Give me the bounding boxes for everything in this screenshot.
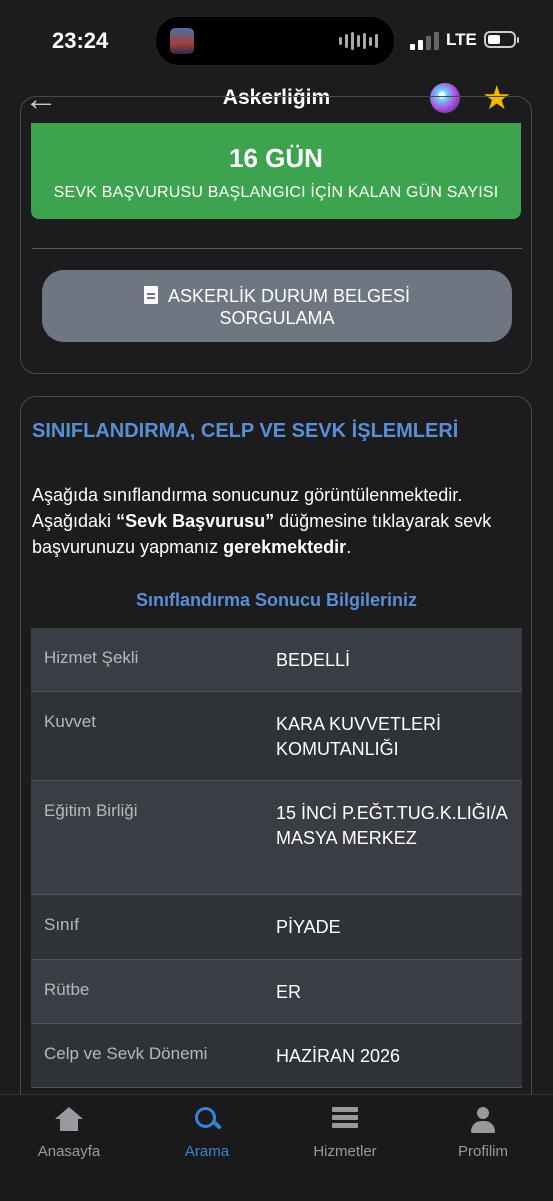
user-icon	[470, 1107, 496, 1135]
table-row: Rütbe ER	[31, 960, 522, 1024]
classification-table: Hizmet Şekli BEDELLİ Kuvvet KARA KUVVETL…	[31, 628, 522, 1088]
table-value: ER	[276, 982, 302, 1002]
network-type: LTE	[446, 30, 477, 49]
tab-label: Arama	[184, 1143, 230, 1160]
table-value: PİYADE	[276, 917, 341, 937]
now-playing-thumbnail	[170, 28, 194, 54]
document-icon	[143, 286, 158, 304]
table-row: Kuvvet KARA KUVVETLERİ KOMUTANLIĞI	[31, 692, 522, 781]
section-paragraph: Aşağıda sınıflandırma sonucunuz görüntül…	[32, 482, 522, 560]
dynamic-island[interactable]	[155, 16, 395, 66]
section-title: SINIFLANDIRMA, CELP VE SEVK İŞLEMLERİ	[32, 420, 459, 442]
tab-profile[interactable]: Profilim	[423, 1107, 543, 1160]
paragraph-text-3: .	[346, 537, 352, 557]
list-icon	[332, 1107, 358, 1128]
status-time: 23:24	[52, 28, 109, 53]
table-value: BEDELLİ	[276, 650, 351, 670]
search-icon	[195, 1107, 222, 1131]
tab-home[interactable]: Anasayfa	[9, 1107, 129, 1160]
table-key: Rütbe	[44, 980, 90, 999]
home-icon	[55, 1107, 83, 1133]
tab-label: Anasayfa	[37, 1143, 101, 1160]
section-subtitle: Sınıflandırma Sonucu Bilgileriniz	[135, 590, 418, 610]
table-key: Kuvvet	[44, 712, 96, 731]
table-row: Hizmet Şekli BEDELLİ	[31, 628, 522, 692]
cellular-signal-icon	[410, 32, 439, 50]
audio-waveform-icon	[339, 32, 378, 50]
tab-label: Profilim	[457, 1143, 508, 1160]
table-row: Eğitim Birliği 15 İNCİ P.EĞT.TUG.K.LIĞI/…	[31, 781, 522, 895]
table-row: Celp ve Sevk Dönemi HAZİRAN 2026	[31, 1024, 522, 1088]
tab-search[interactable]: Arama	[147, 1107, 267, 1160]
countdown-days: 16 GÜN	[229, 143, 323, 173]
paragraph-bold-1: “Sevk Başvurusu”	[116, 511, 275, 531]
tab-bar: Anasayfa Arama Hizmetler Profilim	[0, 1094, 553, 1201]
status-bar: 23:24 LTE	[0, 0, 553, 80]
document-button-line2: SORGULAMA	[219, 308, 335, 328]
divider	[32, 248, 522, 249]
table-value: 15 İNCİ P.EĞT.TUG.K.LIĞI/AMASYA MERKEZ	[276, 803, 508, 848]
military-status-document-button[interactable]: ASKERLİK DURUM BELGESİ SORGULAMA	[42, 270, 512, 342]
table-row: Sınıf PİYADE	[31, 895, 522, 960]
table-key: Celp ve Sevk Dönemi	[44, 1044, 208, 1063]
table-value: HAZİRAN 2026	[276, 1046, 401, 1066]
tab-label: Hizmetler	[313, 1143, 377, 1160]
tab-services[interactable]: Hizmetler	[285, 1107, 405, 1160]
countdown-label: SEVK BAŞVURUSU BAŞLANGICI İÇİN KALAN GÜN…	[53, 184, 499, 201]
table-key: Hizmet Şekli	[44, 648, 139, 667]
table-value: KARA KUVVETLERİ KOMUTANLIĞI	[276, 714, 442, 759]
table-key: Sınıf	[44, 915, 79, 934]
battery-icon	[484, 31, 519, 48]
paragraph-bold-2: gerekmektedir	[223, 537, 347, 557]
table-key: Eğitim Birliği	[44, 801, 138, 820]
document-button-line1: ASKERLİK DURUM BELGESİ	[167, 286, 411, 306]
countdown-banner: 16 GÜN SEVK BAŞVURUSU BAŞLANGICI İÇİN KA…	[31, 123, 521, 219]
